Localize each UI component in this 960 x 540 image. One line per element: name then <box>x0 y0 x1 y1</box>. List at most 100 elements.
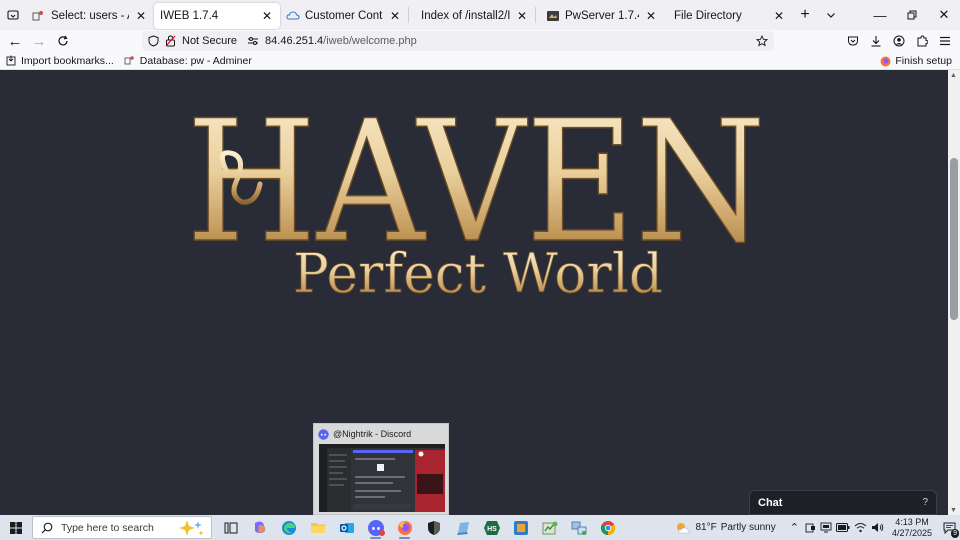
tab-customer-control-panel[interactable]: Customer Control Panel - C ✕ <box>280 3 408 29</box>
task-view-icon <box>224 522 237 533</box>
copilot-sparkle-icon <box>179 520 203 536</box>
minimize-icon: — <box>873 7 887 23</box>
close-tab-icon[interactable]: ✕ <box>515 9 529 23</box>
taskbar-hs-app[interactable]: HS <box>477 515 506 540</box>
wifi-icon[interactable] <box>854 522 867 533</box>
scroll-up-icon[interactable]: ▲ <box>950 72 957 79</box>
close-tab-icon[interactable]: ✕ <box>260 9 274 23</box>
close-tab-icon[interactable]: ✕ <box>388 9 402 23</box>
taskbar-chrome[interactable] <box>593 515 622 540</box>
copilot-icon <box>254 521 265 533</box>
taskbar-edge[interactable] <box>274 515 303 540</box>
bookmark-star-icon[interactable] <box>756 35 768 47</box>
weather-widget[interactable]: 81°F Partly sunny <box>675 521 776 535</box>
tab-file-directory[interactable]: File Directory ✕ <box>664 3 792 29</box>
menu-button[interactable] <box>933 30 956 52</box>
discord-icon <box>367 519 385 536</box>
chat-help-button[interactable]: ? <box>922 497 928 508</box>
url-bar[interactable]: Not Secure 84.46.251.4/iweb/welcome.php <box>142 31 774 51</box>
chevron-down-icon <box>827 13 835 18</box>
downloads-button[interactable] <box>864 30 887 52</box>
close-tab-icon[interactable]: ✕ <box>772 9 786 23</box>
taskbar-app-1[interactable] <box>448 515 477 540</box>
forward-button[interactable]: → <box>27 30 51 52</box>
start-button[interactable] <box>0 515 32 540</box>
haven-logo: HAVEN Perfect World <box>185 100 767 300</box>
windows-taskbar: Type here to search HS 81°F Partly sunny… <box>0 515 960 540</box>
clock-time: 4:13 PM <box>895 516 929 527</box>
extensions-button[interactable] <box>910 30 933 52</box>
taskbar-security[interactable] <box>419 515 448 540</box>
new-tab-button[interactable]: + <box>792 0 818 30</box>
tab-pwserver[interactable]: PwServer 1.7.4v352 + OVA - ✕ <box>536 3 664 29</box>
url-text[interactable]: 84.46.251.4/iweb/welcome.php <box>265 35 417 47</box>
tab-iweb[interactable]: IWEB 1.7.4 ✕ <box>154 3 280 29</box>
reload-button[interactable] <box>51 30 75 52</box>
volume-icon[interactable] <box>871 522 884 533</box>
notification-center-button[interactable]: 9 <box>938 515 960 540</box>
adminer-favicon-icon <box>32 9 46 23</box>
shield-icon <box>148 35 159 47</box>
taskbar-firefox[interactable] <box>390 515 419 540</box>
reload-icon <box>58 35 68 46</box>
taskbar-app-2[interactable] <box>535 515 564 540</box>
arrow-right-icon: → <box>31 32 47 50</box>
app-chart-icon <box>542 521 557 534</box>
url-host: 84.46.251.4 <box>265 35 324 47</box>
taskbar-file-explorer[interactable] <box>303 515 332 540</box>
firefox-icon <box>880 56 891 66</box>
tray-chevron-up-icon[interactable]: ⌃ <box>790 521 799 534</box>
chat-label: Chat <box>758 496 783 509</box>
bookmark-import[interactable]: Import bookmarks... <box>6 55 114 67</box>
taskbar-search-box[interactable]: Type here to search <box>32 516 212 539</box>
puzzle-icon <box>917 35 928 47</box>
discord-window-thumbnail <box>319 444 445 512</box>
hamburger-menu-icon <box>939 36 950 46</box>
finish-setup-button[interactable]: Finish setup <box>880 52 952 70</box>
back-button[interactable]: ← <box>3 30 27 52</box>
close-window-button[interactable]: ✕ <box>928 0 960 30</box>
restore-button[interactable] <box>896 0 928 30</box>
tray-display-icon[interactable] <box>820 522 832 533</box>
pwserver-favicon-icon <box>546 9 560 23</box>
close-tab-icon[interactable]: ✕ <box>134 9 148 23</box>
task-view-button[interactable] <box>216 515 245 540</box>
tab-index-install[interactable]: Index of /install2/Installer/Client ✕ <box>409 3 535 29</box>
page-scrollbar[interactable]: ▲ ▼ <box>948 70 960 515</box>
shield-icon <box>427 520 440 535</box>
clock-date: 4/27/2025 <box>891 527 932 538</box>
close-tab-icon[interactable]: ✕ <box>644 9 658 23</box>
page-content: HAVEN Perfect World <box>0 70 948 515</box>
bookmark-adminer-db[interactable]: Database: pw - Adminer <box>124 55 252 67</box>
taskbar-discord[interactable] <box>361 515 390 540</box>
taskbar-app-3[interactable] <box>564 515 593 540</box>
not-secure-label[interactable]: Not Secure <box>182 35 237 47</box>
tab-list-button[interactable] <box>0 0 26 30</box>
close-icon: ✕ <box>938 7 950 22</box>
account-icon <box>893 35 904 47</box>
minimize-button[interactable]: — <box>864 0 896 30</box>
pocket-button[interactable] <box>841 30 864 52</box>
scroll-down-icon[interactable]: ▼ <box>950 507 957 514</box>
tab-adminer-users[interactable]: Select: users - Adminer ✕ <box>26 3 154 29</box>
scrollbar-thumb[interactable] <box>950 158 958 320</box>
taskbar-clock[interactable]: 4:13 PM 4/27/2025 <box>892 517 932 539</box>
hs-badge-icon: HS <box>483 520 500 535</box>
taskbar-window-preview[interactable]: @Nightrik - Discord <box>313 423 449 515</box>
edge-icon <box>281 520 296 535</box>
taskbar-outlook[interactable] <box>332 515 361 540</box>
list-all-tabs-button[interactable] <box>818 0 844 30</box>
taskbar-virtualbox[interactable] <box>506 515 535 540</box>
import-icon <box>6 55 16 66</box>
tab-title: Select: users - Adminer <box>51 10 129 22</box>
battery-icon[interactable] <box>835 523 850 532</box>
weather-desc: Partly sunny <box>720 522 776 533</box>
weather-temp: 81°F <box>695 522 717 533</box>
chat-widget[interactable]: Chat ? <box>749 490 937 515</box>
permissions-icon[interactable] <box>247 36 259 46</box>
taskbar-copilot[interactable] <box>245 515 274 540</box>
plus-icon: + <box>800 6 810 23</box>
tray-app-icon[interactable] <box>805 522 816 533</box>
tab-title: Customer Control Panel - C <box>305 10 383 22</box>
account-button[interactable] <box>887 30 910 52</box>
